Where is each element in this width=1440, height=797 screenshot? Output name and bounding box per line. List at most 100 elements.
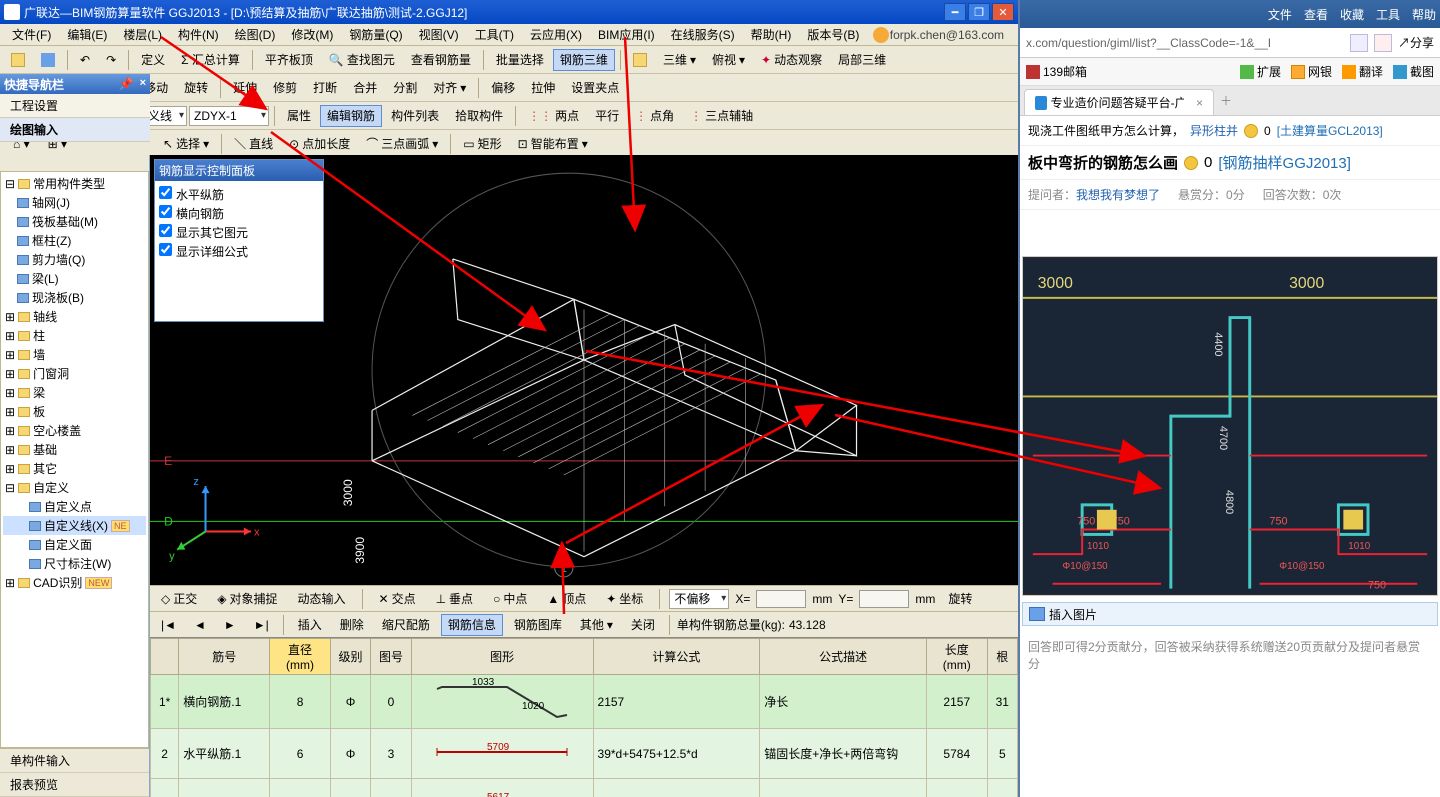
sum-calc-button[interactable]: Σ 汇总计算: [174, 49, 247, 71]
tree-dim[interactable]: 尺寸标注(W): [3, 554, 146, 573]
table-row[interactable]: 3水平纵筋.2 6Φ3 5617 39*d+5383+12.5*d锚固长度+净长…: [151, 779, 1018, 797]
menu-modify[interactable]: 修改(M): [283, 24, 341, 45]
br-menu-file[interactable]: 文件: [1268, 6, 1292, 23]
topview-button[interactable]: 俯视 ▾: [705, 49, 752, 71]
tree-col[interactable]: ⊞柱: [3, 326, 146, 345]
tree-opening[interactable]: ⊞门窗洞: [3, 364, 146, 383]
table-row[interactable]: 1* 横向钢筋.1 8 Φ 0 1033 1020: [151, 675, 1018, 729]
tree-foundation[interactable]: ⊞基础: [3, 440, 146, 459]
ext-extend[interactable]: 扩展: [1240, 63, 1281, 80]
tree-beam[interactable]: 梁(L): [3, 269, 146, 288]
col-desc[interactable]: 公式描述: [760, 639, 927, 675]
tree-slab[interactable]: 现浇板(B): [3, 288, 146, 307]
menu-file[interactable]: 文件(F): [4, 24, 59, 45]
ext-translate[interactable]: 翻译: [1342, 63, 1383, 80]
merge-button[interactable]: 合并: [346, 77, 384, 99]
close-editor-button[interactable]: 关闭: [624, 614, 662, 636]
answer-placeholder[interactable]: 回答即可得2分贡献分，回答被采纳获得系统赠送20页贡献分及提问者悬赏分: [1022, 632, 1438, 672]
scale-rebar-button[interactable]: 缩尺配筋: [375, 614, 437, 636]
tree-custom-surface[interactable]: 自定义面: [3, 535, 146, 554]
nav-close-icon[interactable]: ×: [140, 77, 146, 91]
rebar-3d-button[interactable]: 钢筋三维: [553, 49, 615, 71]
x-input[interactable]: [756, 590, 806, 608]
tree-custom[interactable]: ⊟自定义: [3, 478, 146, 497]
related-question-link[interactable]: 异形柱并: [1190, 122, 1238, 139]
chk-horizontal[interactable]: 水平纵筋: [159, 185, 319, 204]
menu-edit[interactable]: 编辑(E): [59, 24, 115, 45]
status-snap[interactable]: ◈ 对象捕捉: [210, 588, 284, 609]
chk-show-formula[interactable]: 显示详细公式: [159, 242, 319, 261]
other-button[interactable]: 其他 ▾: [573, 614, 620, 636]
three-aux-button[interactable]: ⋮三点辅轴: [683, 105, 760, 127]
offset-button[interactable]: 偏移: [484, 77, 522, 99]
url-field[interactable]: x.com/question/giml/list?__ClassCode=-1&…: [1026, 36, 1344, 50]
close-button[interactable]: ✕: [992, 3, 1014, 21]
ext-wangyin[interactable]: 网银: [1291, 63, 1332, 80]
tree-beam2[interactable]: ⊞梁: [3, 383, 146, 402]
col-level[interactable]: 级别: [330, 639, 370, 675]
table-row[interactable]: 2水平纵筋.1 6Φ3 5709 39*d+5475+12.5*d锚固长度+净长…: [151, 729, 1018, 779]
status-apex[interactable]: ▲ 顶点: [540, 588, 593, 609]
undo-button[interactable]: ↶: [73, 49, 97, 71]
last-row[interactable]: ►|: [247, 614, 276, 636]
menu-help[interactable]: 帮助(H): [743, 24, 800, 45]
tree-column[interactable]: 框柱(Z): [3, 231, 146, 250]
delete-row-button[interactable]: 删除: [333, 614, 371, 636]
rect-tool[interactable]: ▭ 矩形: [456, 133, 508, 155]
tree-other[interactable]: ⊞其它: [3, 459, 146, 478]
br-menu-help[interactable]: 帮助: [1412, 6, 1436, 23]
status-rotate[interactable]: 旋转: [941, 588, 979, 609]
view-rebar-qty-button[interactable]: 查看钢筋量: [404, 49, 478, 71]
menu-online[interactable]: 在线服务(S): [663, 24, 743, 45]
local-3d-button[interactable]: 局部三维: [831, 49, 893, 71]
point-angle-button[interactable]: ⋮点角: [628, 105, 681, 127]
tab-close-icon[interactable]: ×: [1196, 96, 1203, 110]
question-tag[interactable]: [钢筋抽样GGJ2013]: [1218, 152, 1351, 173]
asker-link[interactable]: 我想我有梦想了: [1076, 188, 1160, 202]
share-label[interactable]: ↗分享: [1398, 34, 1434, 51]
three-d-button[interactable]: 三维 ▾: [656, 49, 703, 71]
col-len[interactable]: 长度(mm): [926, 639, 987, 675]
status-dyn[interactable]: 动态输入: [291, 588, 353, 609]
properties-button[interactable]: 属性: [280, 105, 318, 127]
br-menu-fav[interactable]: 收藏: [1340, 6, 1364, 23]
point-arc-tool[interactable]: ⊙ 点加长度: [282, 133, 357, 155]
nav-project-settings[interactable]: 工程设置: [0, 94, 150, 118]
col-shape[interactable]: 图形: [411, 639, 593, 675]
rotate-button[interactable]: 旋转: [177, 77, 215, 99]
two-point-button[interactable]: ⋮⋮ 两点: [521, 105, 586, 127]
tree-custom-line[interactable]: 自定义线(X)NE: [3, 516, 146, 535]
y-input[interactable]: [859, 590, 909, 608]
question-image[interactable]: 3000 3000 750 750: [1022, 256, 1438, 596]
tree-wall[interactable]: ⊞墙: [3, 345, 146, 364]
tree-hollow[interactable]: ⊞空心楼盖: [3, 421, 146, 440]
batch-select-button[interactable]: 批量选择: [489, 49, 551, 71]
name-dropdown[interactable]: ZDYX-1: [189, 106, 269, 126]
chk-transverse[interactable]: 横向钢筋: [159, 204, 319, 223]
status-mid[interactable]: ○ 中点: [486, 588, 534, 609]
level-to-slab-button[interactable]: 平齐板顶: [258, 49, 320, 71]
col-formula[interactable]: 计算公式: [593, 639, 760, 675]
col-dia[interactable]: 直径(mm): [270, 639, 331, 675]
set-clip-button[interactable]: 设置夹点: [564, 77, 626, 99]
three-point-arc-tool[interactable]: ⌒ 三点画弧 ▾: [359, 133, 445, 155]
nav-draw-input[interactable]: 绘图输入: [0, 118, 150, 142]
select-tool[interactable]: ↖ 选择 ▾: [156, 133, 216, 155]
ext-screenshot[interactable]: 截图: [1393, 63, 1434, 80]
menu-floor[interactable]: 楼层(L): [115, 24, 170, 45]
tree-root[interactable]: ⊟常用构件类型: [3, 174, 146, 193]
status-intersection[interactable]: ✕ 交点: [372, 588, 423, 609]
define-button[interactable]: 定义: [134, 49, 172, 71]
tab-new-icon[interactable]: ＋: [1214, 86, 1238, 115]
browser-tab[interactable]: 专业造价问题答疑平台-广联达 ×: [1024, 89, 1214, 115]
split-button[interactable]: 分割: [386, 77, 424, 99]
find-element-button[interactable]: 🔍 查找图元: [322, 49, 402, 71]
col-pic[interactable]: 图号: [371, 639, 411, 675]
prev-row[interactable]: ◄: [187, 614, 213, 636]
menu-member[interactable]: 构件(N): [170, 24, 227, 45]
menu-cloud[interactable]: 云应用(X): [522, 24, 590, 45]
insert-image-strip[interactable]: 插入图片: [1022, 602, 1438, 626]
menu-rebar[interactable]: 钢筋量(Q): [341, 24, 410, 45]
ext-139[interactable]: 139邮箱: [1026, 63, 1087, 80]
menu-version[interactable]: 版本号(B): [799, 24, 867, 45]
